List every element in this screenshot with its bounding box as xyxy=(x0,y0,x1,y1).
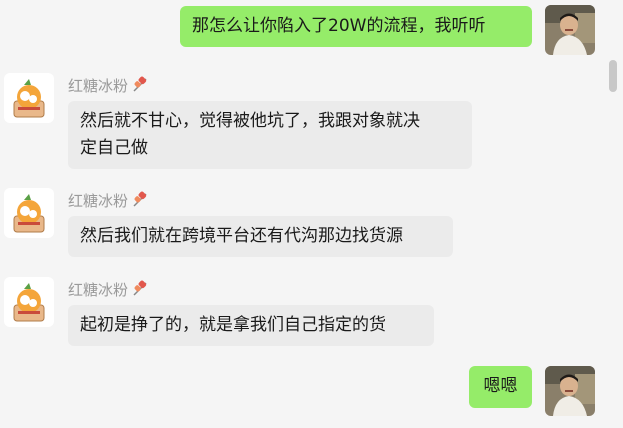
contact-name: 红糖冰粉 xyxy=(68,75,150,98)
incoming-message-bubble[interactable]: 起初是挣了的，就是拿我们自己指定的货 xyxy=(68,305,434,346)
outgoing-message-bubble[interactable]: 那怎么让你陷入了20W的流程，我听听 xyxy=(180,6,532,47)
meat-skewer-icon xyxy=(132,190,150,213)
person-photo-icon xyxy=(545,5,595,55)
contact-avatar[interactable] xyxy=(4,73,54,123)
self-avatar[interactable] xyxy=(545,5,595,55)
orange-cartoon-icon xyxy=(4,73,54,123)
contact-avatar[interactable] xyxy=(4,277,54,327)
chat-panel: 那怎么让你陷入了20W的流程，我听听 红糖冰粉 然后就不甘心，觉得被他坑了，我跟… xyxy=(0,0,623,428)
contact-name-text: 红糖冰粉 xyxy=(68,77,129,95)
incoming-message-bubble[interactable]: 然后我们就在跨境平台还有代沟那边找货源 xyxy=(68,216,453,257)
message-line: 定自己做 xyxy=(80,138,148,158)
meat-skewer-icon xyxy=(132,75,150,98)
scrollbar-thumb[interactable] xyxy=(609,60,617,92)
person-photo-icon xyxy=(545,366,595,416)
orange-cartoon-icon xyxy=(4,188,54,238)
orange-cartoon-icon xyxy=(4,277,54,327)
message-line: 然后就不甘心，觉得被他坑了，我跟对象就决 xyxy=(80,111,420,131)
self-avatar[interactable] xyxy=(545,366,595,416)
contact-name-text: 红糖冰粉 xyxy=(68,192,129,210)
contact-name: 红糖冰粉 xyxy=(68,279,150,302)
incoming-message-bubble[interactable]: 然后就不甘心，觉得被他坑了，我跟对象就决 定自己做 xyxy=(68,101,472,169)
outgoing-message-bubble[interactable]: 嗯嗯 xyxy=(469,366,532,408)
contact-name-text: 红糖冰粉 xyxy=(68,281,129,299)
meat-skewer-icon xyxy=(132,279,150,302)
contact-name: 红糖冰粉 xyxy=(68,190,150,213)
contact-avatar[interactable] xyxy=(4,188,54,238)
